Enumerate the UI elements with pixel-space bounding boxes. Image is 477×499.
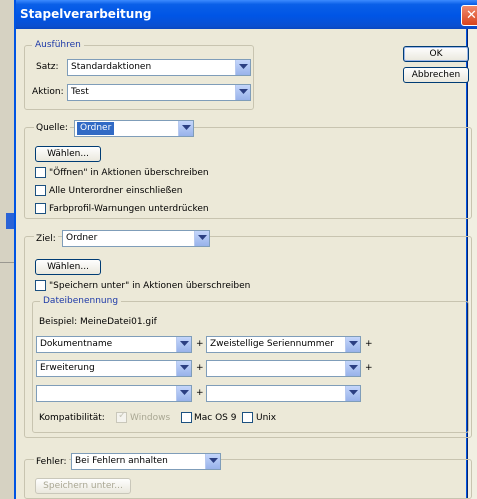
naming-field-1[interactable]: Dokumentname xyxy=(36,336,192,353)
naming-field-1-value: Dokumentname xyxy=(40,339,113,349)
naming-field-2[interactable]: Zweistellige Seriennummer xyxy=(206,336,361,353)
include-subfolders-label: Alle Unterordner einschließen xyxy=(49,186,183,196)
naming-field-6[interactable] xyxy=(206,385,361,402)
chevron-down-icon[interactable] xyxy=(176,386,191,401)
windows-label: Windows xyxy=(130,413,171,423)
destination-select-value: Ordner xyxy=(66,233,98,243)
title-bar[interactable]: Stapelverarbeitung xyxy=(16,0,477,29)
save-as-button[interactable]: Speichern unter... xyxy=(35,478,131,494)
set-select[interactable]: Standardaktionen xyxy=(67,59,251,76)
errors-select-value: Bei Fehlern anhalten xyxy=(75,456,168,466)
mac-os9-label: Mac OS 9 xyxy=(194,413,237,423)
plus-separator: + xyxy=(196,339,204,349)
naming-field-2-value: Zweistellige Seriennummer xyxy=(210,339,334,349)
override-open-label: "Öffnen" in Aktionen überschreiben xyxy=(49,168,209,178)
source-choose-button[interactable]: Wählen... xyxy=(35,146,101,162)
chevron-down-icon[interactable] xyxy=(235,60,250,75)
set-select-value: Standardaktionen xyxy=(71,62,152,72)
naming-field-3[interactable]: Erweiterung xyxy=(36,360,192,377)
chevron-down-icon[interactable] xyxy=(345,361,360,376)
windows-checkbox[interactable] xyxy=(116,410,127,423)
chevron-down-icon[interactable] xyxy=(345,386,360,401)
background-divider xyxy=(0,262,14,263)
plus-separator: + xyxy=(196,363,204,373)
override-open-checkbox[interactable] xyxy=(35,167,46,178)
override-save-as-label: "Speichern unter" in Aktionen überschrei… xyxy=(49,281,251,291)
action-select-value: Test xyxy=(71,87,89,97)
destination-select[interactable]: Ordner xyxy=(62,230,210,247)
chevron-down-icon[interactable] xyxy=(176,361,191,376)
action-select[interactable]: Test xyxy=(67,84,251,101)
ok-button[interactable]: OK xyxy=(403,46,469,62)
include-subfolders-checkbox[interactable] xyxy=(35,185,46,196)
destination-choose-button[interactable]: Wählen... xyxy=(35,259,101,275)
plus-separator: + xyxy=(365,363,373,373)
naming-field-4[interactable] xyxy=(206,360,361,377)
suppress-color-warnings-label: Farbprofil-Warnungen unterdrücken xyxy=(49,204,209,214)
background-selection-marker xyxy=(6,213,14,229)
errors-select[interactable]: Bei Fehlern anhalten xyxy=(71,453,221,470)
unix-checkbox[interactable] xyxy=(242,412,253,423)
close-icon: ✕ xyxy=(466,8,477,23)
errors-label: Fehler: xyxy=(34,456,69,468)
naming-example: Beispiel: MeineDatei01.gif xyxy=(39,317,157,327)
batch-dialog: Stapelverarbeitung ✕ OK Abbrechen Ausfüh… xyxy=(14,0,477,499)
suppress-color-warnings-checkbox[interactable] xyxy=(35,203,46,214)
destination-label: Ziel: xyxy=(34,233,58,245)
naming-field-5[interactable] xyxy=(36,385,192,402)
chevron-down-icon[interactable] xyxy=(205,454,220,469)
chevron-down-icon[interactable] xyxy=(345,337,360,352)
source-select[interactable]: Ordner xyxy=(74,120,194,137)
action-label: Aktion: xyxy=(32,87,64,97)
file-naming-legend: Dateibenennung xyxy=(40,295,122,307)
plus-separator: + xyxy=(196,388,204,398)
naming-field-3-value: Erweiterung xyxy=(40,363,95,373)
chevron-down-icon[interactable] xyxy=(178,121,193,136)
window-title: Stapelverarbeitung xyxy=(20,7,152,21)
chevron-down-icon[interactable] xyxy=(235,85,250,100)
close-button[interactable]: ✕ xyxy=(461,5,477,26)
cancel-button[interactable]: Abbrechen xyxy=(403,67,469,83)
set-label: Satz: xyxy=(36,62,59,72)
mac-os9-checkbox[interactable] xyxy=(181,412,192,423)
unix-label: Unix xyxy=(256,413,277,423)
compatibility-label: Kompatibilität: xyxy=(39,413,105,423)
source-label: Quelle: xyxy=(34,122,70,134)
plus-separator: + xyxy=(365,339,373,349)
source-select-value: Ordner xyxy=(77,122,115,135)
background-window-strip xyxy=(0,0,14,499)
play-group-legend: Ausführen xyxy=(32,39,84,51)
override-save-as-checkbox[interactable] xyxy=(35,280,46,291)
chevron-down-icon[interactable] xyxy=(176,337,191,352)
chevron-down-icon[interactable] xyxy=(194,231,209,246)
